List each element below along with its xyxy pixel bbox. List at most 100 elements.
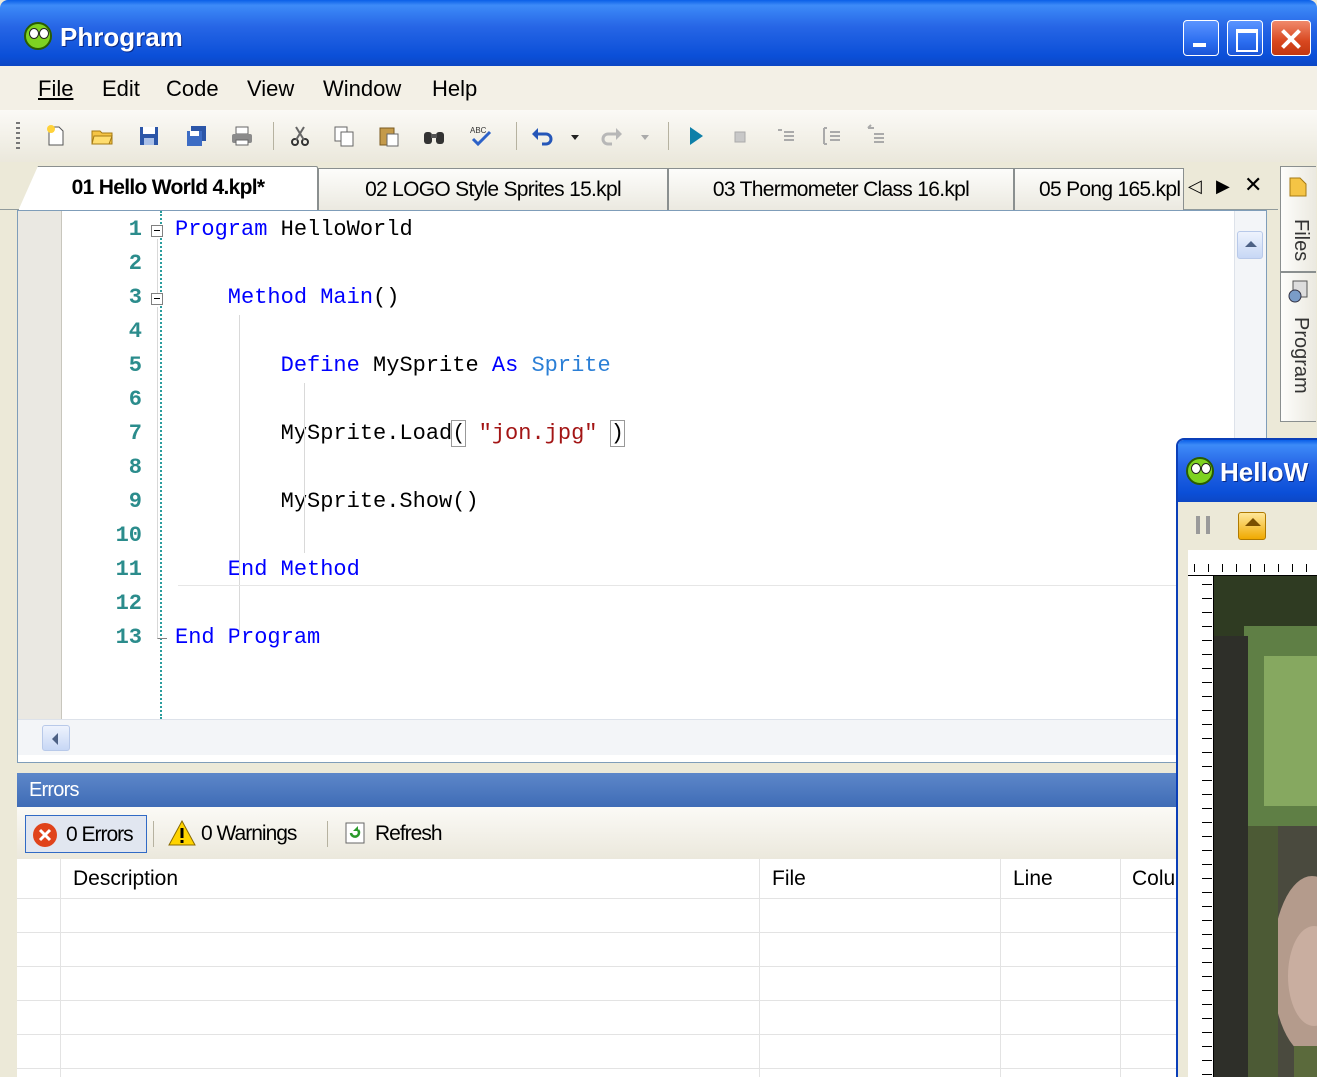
copy-icon[interactable]	[332, 124, 356, 148]
open-folder-icon[interactable]	[90, 124, 114, 148]
menu-window-label: Window	[323, 76, 402, 101]
code-line[interactable]: End Program	[175, 625, 320, 650]
code-editor[interactable]: 1 2 3 4 5 6 7 8 9 10 11 12 13 Program HelloWorld Met…	[17, 210, 1267, 763]
title-bar[interactable]: Phrogram	[0, 0, 1317, 66]
code-line[interactable]: End Method	[175, 557, 360, 582]
fold-collapse-icon[interactable]	[151, 293, 163, 305]
line-number: 10	[115, 523, 142, 548]
code-line[interactable]: Method Main()	[175, 285, 400, 310]
spellcheck-icon[interactable]: ABC	[468, 124, 492, 148]
indent-guide	[239, 315, 240, 635]
errors-toolbar: 0 Errors 0 Warnings Refresh	[17, 807, 1317, 859]
horizontal-ruler	[1188, 550, 1317, 576]
maximize-button[interactable]	[1227, 20, 1263, 56]
scroll-up-icon[interactable]	[1237, 231, 1263, 259]
close-tab-icon[interactable]: ✕	[1244, 172, 1262, 198]
close-button[interactable]	[1271, 20, 1311, 56]
eject-icon[interactable]	[1238, 512, 1266, 540]
code-line[interactable]: Program HelloWorld	[175, 217, 413, 242]
column-header-column[interactable]: Colu	[1132, 867, 1175, 891]
menu-code[interactable]: Code	[166, 76, 219, 102]
helloworld-run-window[interactable]: HelloW	[1176, 438, 1317, 1077]
code-line[interactable]: Define MySprite As Sprite	[175, 353, 611, 378]
menu-file[interactable]: File	[38, 76, 73, 102]
indent-icon[interactable]	[864, 124, 888, 148]
redo-dropdown-icon[interactable]	[638, 124, 652, 148]
tab-hello-world[interactable]: 01 Hello World 4.kpl*	[18, 166, 318, 211]
panel-splitter[interactable]	[17, 763, 1317, 773]
toolbar: ABC	[0, 110, 1317, 162]
side-tab-files-label: Files	[1290, 219, 1312, 262]
menu-view[interactable]: View	[247, 76, 294, 102]
uncomment-icon[interactable]	[820, 124, 844, 148]
warning-icon	[168, 819, 196, 846]
save-all-icon[interactable]	[184, 124, 208, 148]
indent-guide	[304, 383, 305, 553]
tab-label: 01 Hello World 4.kpl*	[71, 176, 265, 199]
table-row	[17, 932, 1317, 933]
errors-filter-button[interactable]: 0 Errors	[25, 815, 147, 853]
new-file-icon[interactable]	[44, 124, 68, 148]
pause-icon[interactable]	[1196, 516, 1210, 534]
run-icon[interactable]	[684, 124, 708, 148]
tab-thermometer-class[interactable]: 03 Thermometer Class 16.kpl	[668, 168, 1014, 210]
menu-bar: File Edit Code View Window Help	[0, 66, 1317, 110]
phrogram-window: Phrogram File Edit Code View Window Help…	[0, 0, 1317, 1077]
tab-scroll-right-icon[interactable]: ▶	[1216, 176, 1230, 197]
cut-icon[interactable]	[288, 124, 312, 148]
errors-filter-label: 0 Errors	[66, 823, 134, 846]
menu-edit-label: Edit	[102, 76, 140, 101]
minimize-button[interactable]	[1183, 20, 1219, 56]
warnings-filter-button[interactable]: 0 Warnings	[161, 815, 321, 853]
run-window-title-bar[interactable]: HelloW	[1178, 440, 1317, 502]
code-line[interactable]: MySprite.Load( "jon.jpg" )	[175, 420, 625, 447]
save-icon[interactable]	[137, 124, 161, 148]
line-number: 9	[128, 489, 142, 514]
fold-collapse-icon[interactable]	[151, 225, 163, 237]
redo-icon[interactable]	[600, 124, 624, 148]
editor-margin[interactable]	[18, 211, 62, 719]
toolbar-separator	[273, 122, 274, 150]
find-icon[interactable]	[422, 124, 446, 148]
menu-window[interactable]: Window	[323, 76, 401, 102]
files-icon	[1289, 177, 1307, 197]
horizontal-scrollbar[interactable]	[18, 719, 1234, 755]
tab-label: 02 LOGO Style Sprites 15.kpl	[365, 178, 622, 201]
side-tab-program[interactable]: Program	[1280, 272, 1316, 422]
phrogram-frog-icon	[24, 22, 52, 50]
undo-icon[interactable]	[530, 124, 554, 148]
errors-list[interactable]: Description File Line Colu	[17, 859, 1317, 1077]
run-window-title: HelloW	[1220, 457, 1309, 487]
undo-dropdown-icon[interactable]	[568, 124, 582, 148]
toolbar-grip[interactable]	[16, 122, 20, 152]
stop-icon[interactable]	[728, 124, 752, 148]
code-token: )	[609, 420, 625, 447]
column-header-file[interactable]: File	[772, 867, 806, 891]
menu-help-label: Help	[432, 76, 478, 101]
code-token: Program	[175, 217, 268, 242]
toolbar-separator	[516, 122, 517, 150]
tab-label: 05 Pong 165.kpl	[1039, 178, 1181, 201]
code-line[interactable]: MySprite.Show()	[175, 489, 479, 514]
tab-logo-style-sprites[interactable]: 02 LOGO Style Sprites 15.kpl	[318, 168, 668, 210]
comment-icon[interactable]	[774, 124, 798, 148]
scroll-left-icon[interactable]	[42, 725, 70, 751]
side-tab-files[interactable]: Files	[1280, 166, 1316, 272]
column-header-description[interactable]: Description	[73, 867, 178, 891]
menu-edit[interactable]: Edit	[102, 76, 140, 102]
code-token: End	[175, 625, 215, 650]
menu-help[interactable]: Help	[432, 76, 477, 102]
menu-file-label: File	[38, 76, 74, 101]
menu-view-label: View	[247, 76, 295, 101]
grid-column-divider	[759, 859, 760, 1077]
print-icon[interactable]	[230, 124, 254, 148]
column-header-line[interactable]: Line	[1013, 867, 1053, 891]
paste-icon[interactable]	[377, 124, 401, 148]
code-token: Method	[175, 285, 308, 310]
tab-scroll-left-icon[interactable]: ◁	[1188, 176, 1202, 197]
code-token: "jon.jpg"	[465, 421, 611, 446]
code-token: End	[175, 557, 268, 582]
code-token: Sprite	[518, 353, 611, 378]
refresh-button[interactable]: Refresh	[335, 815, 475, 853]
tab-pong[interactable]: 05 Pong 165.kpl	[1014, 168, 1184, 210]
